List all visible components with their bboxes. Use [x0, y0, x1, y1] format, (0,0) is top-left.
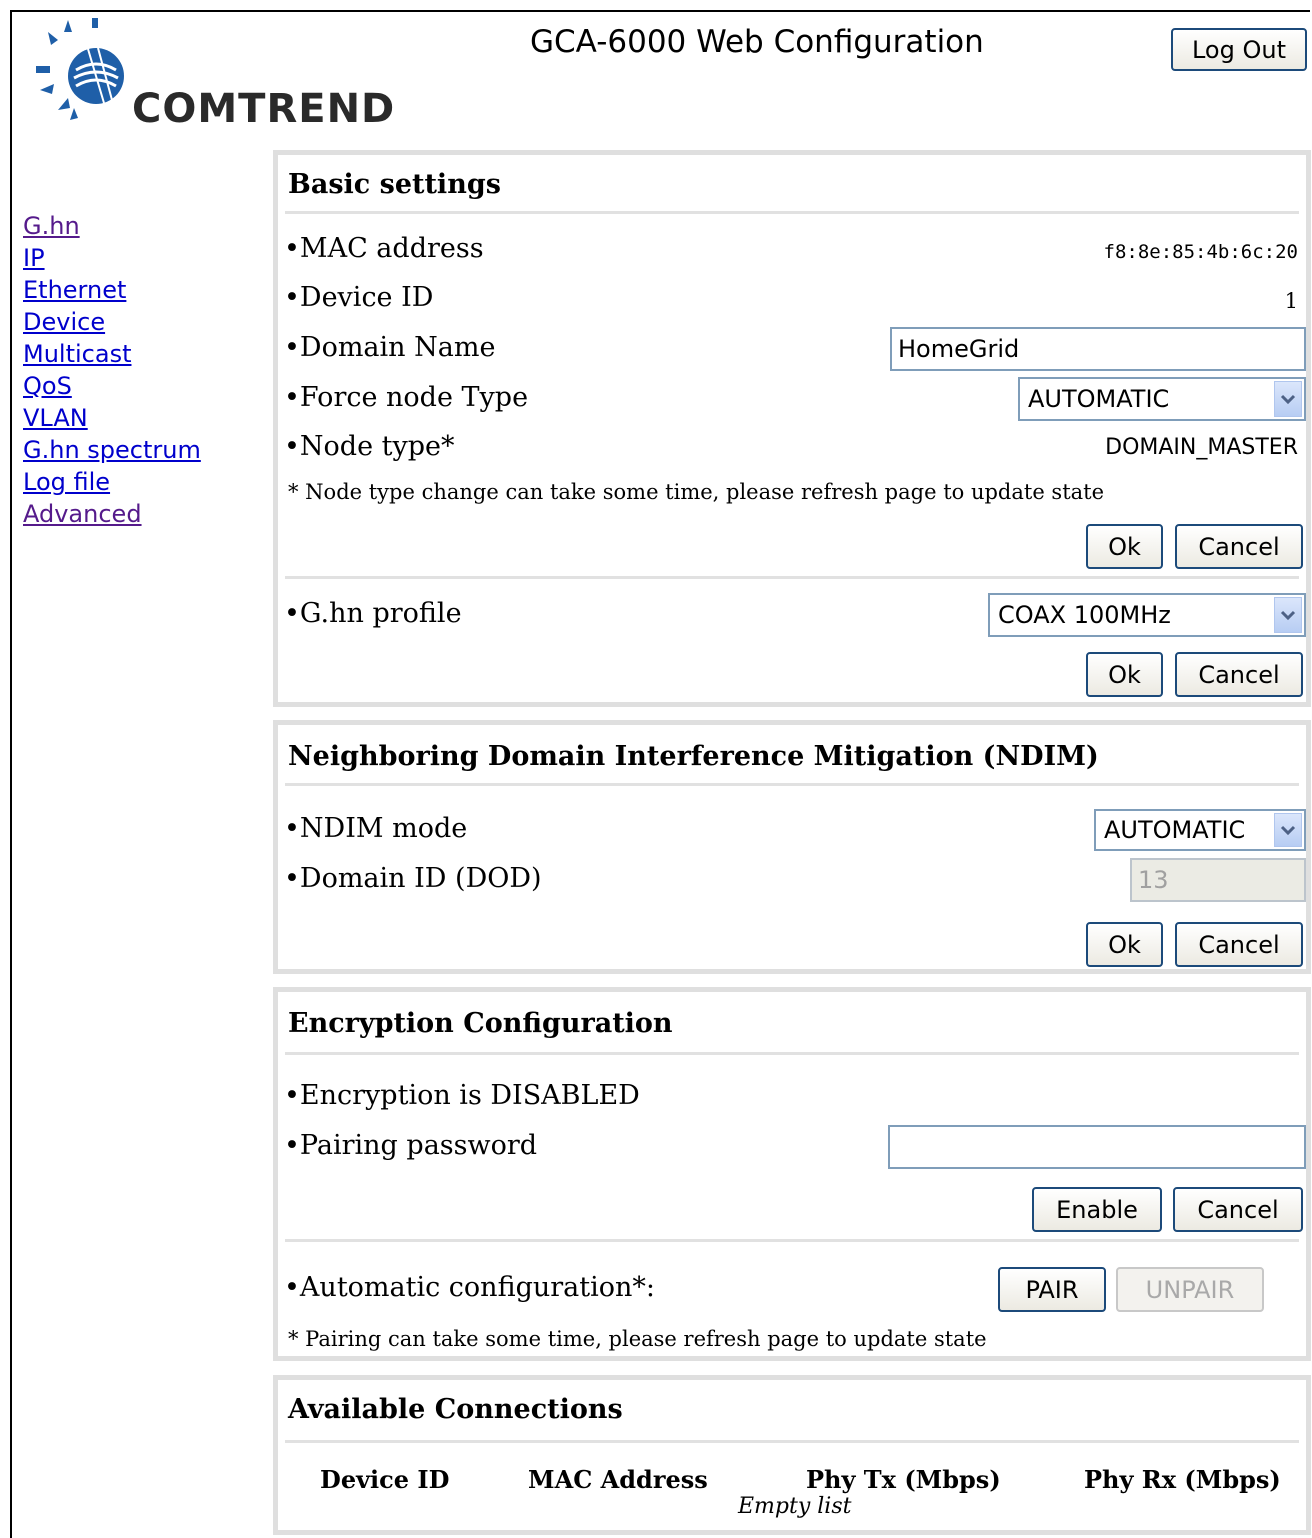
basic-settings-title: Basic settings — [288, 169, 501, 200]
ghn-profile-selected: COAX 100MHz — [998, 601, 1171, 629]
domain-id-input: 13 — [1130, 858, 1306, 902]
sidebar-item-ghn[interactable]: G.hn — [23, 210, 201, 242]
sidebar-item-ip[interactable]: IP — [23, 242, 201, 274]
force-node-type-label: •Force node Type — [284, 382, 529, 413]
basic-settings-panel: Basic settings •MAC address f8:8e:85:4b:… — [273, 150, 1311, 707]
brand-name: COMTREND — [132, 86, 396, 132]
domain-name-label: •Domain Name — [284, 332, 496, 363]
pairing-password-label: •Pairing password — [284, 1130, 538, 1161]
ndim-mode-select[interactable]: AUTOMATIC — [1094, 809, 1306, 851]
enable-button[interactable]: Enable — [1032, 1187, 1162, 1232]
ndim-mode-selected: AUTOMATIC — [1104, 816, 1246, 844]
node-type-note: * Node type change can take some time, p… — [288, 480, 1105, 504]
node-type-label: •Node type* — [284, 431, 455, 462]
device-id-label: •Device ID — [284, 282, 434, 313]
domain-id-input-value: 13 — [1138, 866, 1169, 894]
sidebar-item-log-file[interactable]: Log file — [23, 466, 201, 498]
sidebar-nav: G.hn IP Ethernet Device Multicast QoS VL… — [23, 210, 201, 530]
divider — [285, 1440, 1299, 1443]
column-header-phy-tx: Phy Tx (Mbps) — [806, 1465, 1001, 1494]
sidebar-item-qos[interactable]: QoS — [23, 370, 201, 402]
page-title: GCA-6000 Web Configuration — [530, 24, 984, 60]
ghn-profile-select[interactable]: COAX 100MHz — [988, 593, 1306, 637]
column-header-phy-rx: Phy Rx (Mbps) — [1084, 1465, 1281, 1494]
ok-button[interactable]: Ok — [1086, 524, 1163, 569]
pairing-password-input[interactable] — [888, 1125, 1306, 1169]
cancel-button[interactable]: Cancel — [1175, 922, 1303, 967]
ndim-title: Neighboring Domain Interference Mitigati… — [288, 741, 1099, 772]
column-header-device-id: Device ID — [320, 1465, 450, 1494]
encryption-status: •Encryption is DISABLED — [284, 1080, 640, 1111]
unpair-button: UNPAIR — [1116, 1267, 1264, 1312]
domain-name-input-value: HomeGrid — [898, 335, 1020, 363]
device-id-value: 1 — [1284, 289, 1298, 313]
node-type-value: DOMAIN_MASTER — [1105, 435, 1298, 460]
domain-name-input[interactable]: HomeGrid — [890, 327, 1306, 371]
divider — [285, 1239, 1299, 1242]
pairing-note: * Pairing can take some time, please ref… — [288, 1327, 987, 1351]
mac-address-label: •MAC address — [284, 233, 484, 264]
chevron-down-icon — [1274, 813, 1302, 847]
force-node-type-selected: AUTOMATIC — [1028, 385, 1170, 413]
column-header-mac-address: MAC Address — [528, 1465, 708, 1494]
divider — [285, 211, 1299, 214]
ok-button[interactable]: Ok — [1086, 922, 1163, 967]
divider — [285, 783, 1299, 786]
logout-button[interactable]: Log Out — [1171, 28, 1307, 71]
divider — [285, 1052, 1299, 1055]
cancel-button[interactable]: Cancel — [1173, 1187, 1303, 1232]
ok-button[interactable]: Ok — [1086, 652, 1163, 697]
ghn-profile-label: •G.hn profile — [284, 598, 462, 629]
ndim-mode-label: •NDIM mode — [284, 813, 468, 844]
connections-title: Available Connections — [288, 1394, 623, 1425]
domain-id-label: •Domain ID (DOD) — [284, 863, 542, 894]
force-node-type-select[interactable]: AUTOMATIC — [1018, 377, 1306, 421]
pair-button[interactable]: PAIR — [998, 1267, 1106, 1312]
chevron-down-icon — [1274, 381, 1302, 417]
sidebar-item-multicast[interactable]: Multicast — [23, 338, 201, 370]
sidebar-item-ghn-spectrum[interactable]: G.hn spectrum — [23, 434, 201, 466]
chevron-down-icon — [1274, 597, 1302, 633]
sidebar-item-vlan[interactable]: VLAN — [23, 402, 201, 434]
sidebar-item-ethernet[interactable]: Ethernet — [23, 274, 201, 306]
empty-list-text: Empty list — [738, 1494, 852, 1519]
mac-address-value: f8:8e:85:4b:6c:20 — [1103, 241, 1298, 263]
encryption-title: Encryption Configuration — [288, 1008, 673, 1039]
cancel-button[interactable]: Cancel — [1175, 524, 1303, 569]
cancel-button[interactable]: Cancel — [1175, 652, 1303, 697]
sidebar-item-device[interactable]: Device — [23, 306, 201, 338]
encryption-panel: Encryption Configuration •Encryption is … — [273, 987, 1311, 1361]
ndim-panel: Neighboring Domain Interference Mitigati… — [273, 720, 1311, 974]
divider — [285, 576, 1299, 579]
automatic-configuration-label: •Automatic configuration*: — [284, 1272, 655, 1303]
sidebar-item-advanced[interactable]: Advanced — [23, 498, 201, 530]
